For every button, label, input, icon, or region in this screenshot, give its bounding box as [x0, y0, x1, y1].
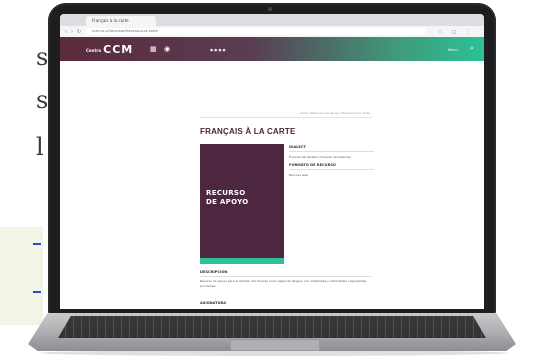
- cover-title: RECURSO DE APOYO: [206, 189, 248, 207]
- page-text-fragment: s: [36, 86, 49, 114]
- webcam: [268, 7, 272, 11]
- note-dash: [33, 291, 41, 293]
- breadcrumb[interactable]: Inicio / Recursos de apoyo / Français à …: [300, 111, 370, 115]
- accessibility-icon[interactable]: ◉: [164, 45, 170, 53]
- logo-text: CCM: [103, 43, 134, 56]
- note-dash: [33, 243, 41, 245]
- grid-icon[interactable]: ▦: [150, 45, 157, 53]
- divider: [289, 151, 374, 152]
- info-text: Francés del Québec (francés canadiense): [289, 155, 351, 159]
- description-text: Recurso de apoyo para el estudio del fra…: [200, 279, 367, 288]
- bookmark-icon[interactable]: ☆: [438, 29, 442, 35]
- divider: [200, 276, 372, 277]
- page-text-fragment: l: [36, 133, 44, 161]
- browser-tabbar: Français à la carte: [60, 14, 484, 33]
- laptop-keyboard: [58, 316, 486, 338]
- menu-button[interactable]: Menú: [448, 48, 458, 52]
- logo-prefix: Centro: [86, 47, 102, 53]
- divider: [200, 117, 372, 118]
- laptop-screen: Français à la carte ‹ › ↻ ccm.uc.cl/recu…: [60, 14, 484, 309]
- info-text: Recurso web: [289, 173, 309, 177]
- search-icon[interactable]: ⌕: [470, 44, 474, 53]
- forward-icon[interactable]: ›: [71, 29, 73, 35]
- resource-cover: RECURSO DE APOYO: [200, 144, 284, 264]
- info-heading: FORMATO DE RECURSO: [289, 163, 336, 167]
- reload-icon[interactable]: ↻: [77, 29, 81, 35]
- menu-icon[interactable]: ⋮: [466, 29, 471, 35]
- extensions-icon[interactable]: ◻: [452, 29, 456, 35]
- divider: [289, 169, 374, 170]
- social-icons[interactable]: ● ● ● ●: [210, 48, 226, 52]
- site-header: Centro CCM ▦ ◉ ● ● ● ● Menú ⌕: [60, 37, 484, 61]
- cover-line: RECURSO: [206, 189, 246, 197]
- background-note-box: [0, 227, 43, 325]
- cover-stripe: [200, 258, 284, 264]
- site-logo[interactable]: Centro CCM: [86, 43, 133, 56]
- subjects-heading: ASIGNATURA: [200, 301, 227, 305]
- page-title: FRANÇAIS À LA CARTE: [200, 127, 296, 136]
- page-text-fragment: s: [36, 43, 49, 71]
- address-bar[interactable]: ccm.uc.cl/recursos/francais-a-la-carte: [86, 28, 426, 35]
- laptop-trackpad: [230, 339, 320, 351]
- resource-info: DIALECT Francés del Québec (francés cana…: [289, 145, 374, 181]
- back-icon[interactable]: ‹: [65, 29, 67, 35]
- info-heading: DIALECT: [289, 145, 306, 149]
- description-heading: DESCRIPCIÓN: [200, 270, 228, 274]
- cover-line: DE APOYO: [206, 198, 249, 206]
- browser-tab[interactable]: Français à la carte: [86, 16, 156, 26]
